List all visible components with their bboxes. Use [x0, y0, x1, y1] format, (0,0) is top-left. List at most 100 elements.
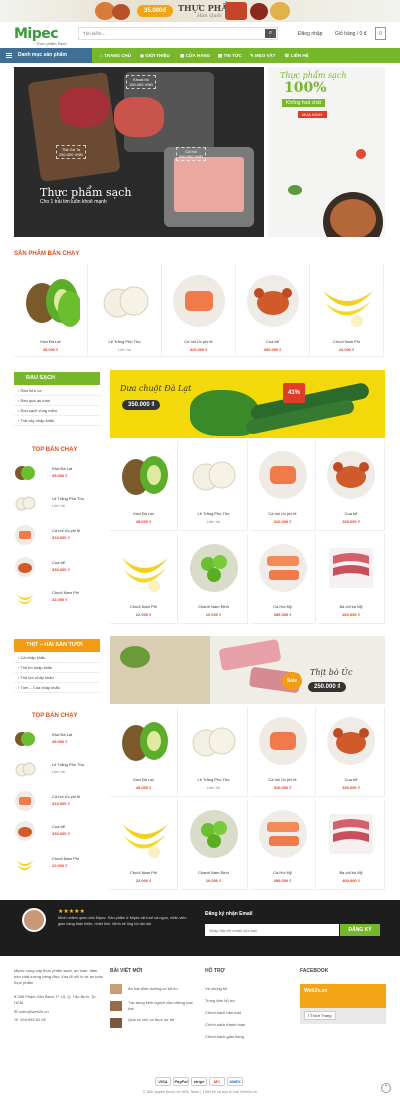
top-item[interactable]: Kiwi Đà Lạt 45.000 ₫: [14, 460, 100, 488]
nav-item-home[interactable]: ⌂ TRANG CHỦ: [100, 48, 131, 63]
facebook-widget[interactable]: Web2s.vn f Thích Trang: [300, 984, 386, 1024]
news-link[interactable]: Ăn hạt định dưỡng có tốt ko: [128, 986, 178, 991]
news-thumb[interactable]: [110, 984, 122, 994]
top-item[interactable]: Cá hồi Úc phi lê 310.000 ₫: [14, 522, 100, 550]
product-card[interactable]: Kiwi Đà Lạt 45.000 ₫: [14, 263, 88, 357]
product-name[interactable]: Lê Trắng Phú Thọ: [88, 339, 161, 344]
product-card[interactable]: Ba chỉ bò Mỹ 400.000 ₫: [318, 534, 385, 624]
product-name[interactable]: Lê Trắng Phú Thọ: [180, 777, 247, 782]
product-card[interactable]: Kiwi Đà Lạt 45.000 ₫: [110, 707, 178, 797]
support-link[interactable]: Chính sách giao hàng: [205, 1034, 244, 1039]
product-card[interactable]: Lê Trắng Phú Thọ Liên hệ: [88, 263, 162, 357]
nav-item-contact[interactable]: ☏ LIÊN HỆ: [284, 48, 309, 63]
product-name[interactable]: Cá hồi Úc phi lê: [250, 777, 315, 782]
top-item[interactable]: Cá hồi Úc phi lê 310.000 ₫: [14, 788, 100, 816]
product-name[interactable]: Cá hồi Úc phi lê: [162, 339, 235, 344]
news-thumb[interactable]: [110, 1018, 122, 1028]
top-item[interactable]: Kiwi Đà Lạt 45.000 ₫: [14, 726, 100, 754]
news-link[interactable]: Tác dụng kinh người của những loại hạt: [128, 1000, 198, 1012]
product-name[interactable]: Kiwi Đà Lạt: [14, 339, 87, 344]
subscribe-button[interactable]: ĐĂNG KÝ: [340, 924, 380, 936]
email-text[interactable]: ✉ hotro@web2s.vn: [14, 1009, 49, 1015]
nav-item-news[interactable]: ▤ TIN TỨC: [218, 48, 242, 63]
product-name[interactable]: Cua bể: [318, 511, 384, 516]
news-thumb[interactable]: [110, 1001, 122, 1011]
support-link[interactable]: Trung tâm hỗ trợ: [205, 998, 235, 1003]
fb-like-button[interactable]: f Thích Trang: [304, 1011, 336, 1020]
product-name[interactable]: Cua bể: [318, 777, 384, 782]
product-card[interactable]: Ba chỉ bò Mỹ 400.000 ₫: [318, 800, 385, 890]
top-item[interactable]: Lê Trắng Phú Thọ Liên hệ: [14, 490, 100, 518]
product-name[interactable]: Ba chỉ bò Mỹ: [318, 604, 384, 609]
product-card[interactable]: Cua bể 330.000 ₫: [318, 441, 385, 531]
nav-item-store[interactable]: ▣ CỬA HÀNG: [180, 48, 210, 63]
nav-item-about[interactable]: ◉ GIỚI THIỆU: [140, 48, 170, 63]
product-name[interactable]: Cua bể: [236, 339, 309, 344]
hero-slider[interactable]: Khoai bò 150.000 VNĐ Thịt Gà Ta 250.000 VN…: [14, 67, 264, 237]
product-card[interactable]: Lê Trắng Phú Thọ Liên hệ: [180, 707, 248, 797]
support-link[interactable]: Về chúng tôi: [205, 986, 227, 991]
phone-text[interactable]: ☏ 094.999.92.95: [14, 1017, 46, 1023]
top-item[interactable]: Lê Trắng Phú Thọ Liên hệ: [14, 756, 100, 784]
product-name[interactable]: Kiwi Đà Lạt: [110, 777, 177, 782]
category-link[interactable]: › Rau hữu cơ: [14, 386, 100, 396]
logo[interactable]: Mipec: [14, 26, 59, 42]
product-card[interactable]: Cá hồi Úc phi lê 310.000 ₫: [250, 441, 316, 531]
cart-link[interactable]: Giỏ hàng / 0 đ: [335, 31, 366, 37]
product-card[interactable]: Cá Hồi Mỹ 285.000 ₫: [250, 800, 316, 890]
back-to-top-icon[interactable]: ⌃: [381, 1083, 391, 1093]
category-link[interactable]: › Thịt lợn nhập khẩu: [14, 673, 100, 683]
category-link[interactable]: › Rau sạch vùng miền: [14, 406, 100, 416]
product-name[interactable]: Cá hồi Úc phi lê: [250, 511, 315, 516]
product-card[interactable]: Cua bể 330.000 ₫: [318, 707, 385, 797]
search-input[interactable]: [79, 28, 259, 39]
cart-count-badge[interactable]: 0: [375, 27, 386, 40]
product-card[interactable]: Cua bể 330.000 ₫: [236, 263, 310, 357]
product-card[interactable]: Cá hồi Úc phi lê 310.000 ₫: [250, 707, 316, 797]
category-menu-button[interactable]: Danh mục sản phẩm: [0, 48, 92, 63]
nav-item-tips[interactable]: ✎ MẸO VẶT: [250, 48, 276, 63]
top-item[interactable]: Cua bể 330.000 ₫: [14, 818, 100, 846]
product-card[interactable]: Cá Hồi Mỹ 285.000 ₫: [250, 534, 316, 624]
product-card[interactable]: Lê Trắng Phú Thọ Liên hệ: [180, 441, 248, 531]
buy-now-button[interactable]: MUA NGAY: [298, 111, 327, 118]
promo-banner[interactable]: Sale Thịt bò Úc 250.000 ₫: [110, 636, 385, 704]
news-link[interactable]: Quả óc chó có thực sự tốt: [128, 1017, 198, 1023]
top-item[interactable]: Cua bể 330.000 ₫: [14, 554, 100, 582]
side-banner[interactable]: Thực phẩm sạch 100% Không hoá chất MUA N…: [268, 67, 385, 237]
product-name[interactable]: Chuối Nam Phi: [110, 870, 177, 875]
product-card[interactable]: Chuối Nam Phi 22.000 ₫: [310, 263, 384, 357]
product-card[interactable]: Chanh Nam Định 10.000 ₫: [180, 534, 248, 624]
support-link[interactable]: Chính sách thanh toán: [205, 1022, 245, 1027]
product-name[interactable]: Cá Hồi Mỹ: [250, 604, 315, 609]
product-card[interactable]: Chuối Nam Phi 22.000 ₫: [110, 800, 178, 890]
category-header[interactable]: THỊT – HẢI SẢN TƯƠI: [14, 639, 100, 652]
promo-banner[interactable]: Dưa chuột Đà Lạt 350.000 ₫ 41%: [110, 370, 385, 438]
product-name[interactable]: Chuối Nam Phi: [310, 339, 383, 344]
product-card[interactable]: Kiwi Đà Lạt 45.000 ₫: [110, 441, 178, 531]
product-name[interactable]: Ba chỉ bò Mỹ: [318, 870, 384, 875]
top-item[interactable]: Chuối Nam Phi 22.000 ₫: [14, 584, 100, 612]
top-item[interactable]: Chuối Nam Phi 22.000 ₫: [14, 850, 100, 878]
support-link[interactable]: Chính sách bảo mật: [205, 1010, 241, 1015]
category-link[interactable]: › Trái cây nhập khẩu: [14, 416, 100, 426]
login-link[interactable]: Đăng nhập: [298, 31, 322, 37]
product-name[interactable]: Chanh Nam Định: [180, 870, 247, 875]
product-card[interactable]: Chanh Nam Định 10.000 ₫: [180, 800, 248, 890]
category-link[interactable]: › Thịt bò nhập khẩu: [14, 663, 100, 673]
category-link[interactable]: › Rau quả an toàn: [14, 396, 100, 406]
search-icon[interactable]: ⌕: [265, 29, 276, 38]
product-name[interactable]: Kiwi Đà Lạt: [110, 511, 177, 516]
email-input[interactable]: [205, 924, 339, 936]
product-card[interactable]: Cá hồi Úc phi lê 310.000 ₫: [162, 263, 236, 357]
product-name[interactable]: Cá Hồi Mỹ: [250, 870, 315, 875]
product-name[interactable]: Chuối Nam Phi: [110, 604, 177, 609]
product-name[interactable]: Lê Trắng Phú Thọ: [180, 511, 247, 516]
category-header[interactable]: RAU SẠCH: [14, 372, 100, 385]
category-link[interactable]: › Cá nhập khẩu: [14, 653, 100, 663]
top-promo-banner[interactable]: 35.000đ THỰC PHẨM Hàn Quốc: [0, 0, 400, 22]
product-card[interactable]: Chuối Nam Phi 22.000 ₫: [110, 534, 178, 624]
product-name[interactable]: Chanh Nam Định: [180, 604, 247, 609]
food-image: [112, 4, 130, 20]
category-link[interactable]: › Tôm – Cua nhập khẩu: [14, 683, 100, 693]
